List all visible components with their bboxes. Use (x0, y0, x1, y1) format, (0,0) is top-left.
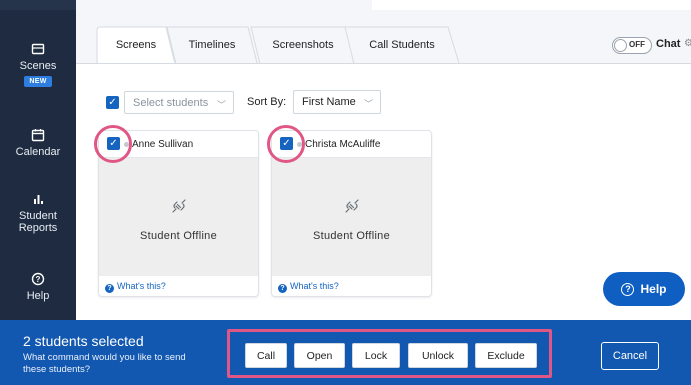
chevron-down-icon: ﹀ (216, 100, 226, 110)
gear-icon[interactable]: ⚙ (684, 38, 691, 49)
question-icon: ? (105, 284, 114, 293)
offline-status: Student Offline (312, 230, 391, 242)
unplugged-icon (345, 199, 359, 213)
open-button[interactable]: Open (294, 343, 345, 368)
sidebar-item-label: Reports (18, 222, 58, 234)
lock-button[interactable]: Lock (352, 343, 400, 368)
selected-count: 2 students selected (23, 333, 144, 349)
tab-label: Screenshots (272, 39, 334, 51)
whats-this-link[interactable]: ? What's this? (278, 281, 339, 293)
link-label: What's this? (117, 281, 166, 291)
student-name: Christa McAuliffe (305, 139, 381, 150)
help-icon: ? (31, 272, 45, 286)
help-button-label: Help (640, 282, 667, 296)
tab-label: Call Students (369, 39, 435, 51)
top-strip-sidebar (0, 0, 76, 10)
sidebar-item-calendar[interactable]: Calendar (0, 128, 76, 158)
scenes-icon (31, 43, 45, 55)
exclude-button[interactable]: Exclude (475, 343, 537, 368)
unlock-button[interactable]: Unlock (408, 343, 468, 368)
bar-chart-icon (34, 195, 43, 204)
sidebar-item-label: Help (26, 290, 50, 302)
toggle-knob (614, 39, 627, 52)
select-students-dropdown[interactable]: Select students ﹀ (124, 91, 234, 114)
link-label: What's this? (290, 281, 339, 291)
svg-text:?: ? (36, 275, 41, 284)
sort-value: First Name (302, 96, 356, 108)
unplugged-icon (172, 199, 186, 213)
tab-screenshots[interactable]: Screenshots (250, 26, 356, 64)
cancel-button[interactable]: Cancel (601, 342, 659, 370)
tab-screens[interactable]: Screens (96, 26, 176, 64)
tab-label: Screens (115, 39, 157, 51)
chevron-down-icon: ﹀ (363, 99, 373, 109)
sidebar-item-label: Calendar (15, 146, 61, 158)
sidebar-item-label: Scenes (19, 60, 57, 72)
bottom-command-bar: 2 students selected What command would y… (0, 320, 691, 385)
sidebar-item-label: Student (19, 210, 57, 222)
calendar-icon (31, 129, 45, 142)
sidebar-item-scenes[interactable]: Scenes NEW (0, 42, 76, 87)
chat-label: Chat (656, 38, 681, 50)
call-button[interactable]: Call (245, 343, 287, 368)
tab-timelines[interactable]: Timelines (166, 26, 258, 64)
offline-status: Student Offline (139, 230, 218, 242)
question-icon: ? (278, 284, 287, 293)
student-name: Anne Sullivan (132, 139, 194, 150)
command-prompt: What command would you like to send thes… (23, 352, 186, 375)
sidebar-item-student-reports[interactable]: Student Reports (0, 192, 76, 234)
top-strip-highlight (372, 0, 691, 10)
tab-call-students[interactable]: Call Students (344, 26, 460, 64)
highlight-ring (94, 125, 132, 163)
select-all-checkbox[interactable]: ✓ (106, 96, 119, 109)
sidebar: Scenes NEW Calendar Student Reports ? He… (0, 10, 76, 320)
chat-toggle[interactable]: OFF (612, 37, 652, 54)
card-preview: Student Offline (272, 158, 431, 276)
whats-this-link[interactable]: ? What's this? (105, 281, 166, 293)
sidebar-item-help[interactable]: ? Help (0, 272, 76, 302)
card-preview: Student Offline (99, 158, 258, 276)
toggle-state: OFF (629, 40, 645, 49)
new-badge: NEW (24, 76, 52, 87)
help-circle-icon: ? (621, 282, 635, 296)
sort-dropdown[interactable]: First Name ﹀ (293, 90, 381, 114)
highlight-ring (267, 125, 305, 163)
select-placeholder: Select students (133, 97, 209, 109)
sort-label: Sort By: (247, 96, 287, 108)
tab-label: Timelines (188, 39, 236, 51)
help-button[interactable]: ? Help (603, 272, 685, 306)
